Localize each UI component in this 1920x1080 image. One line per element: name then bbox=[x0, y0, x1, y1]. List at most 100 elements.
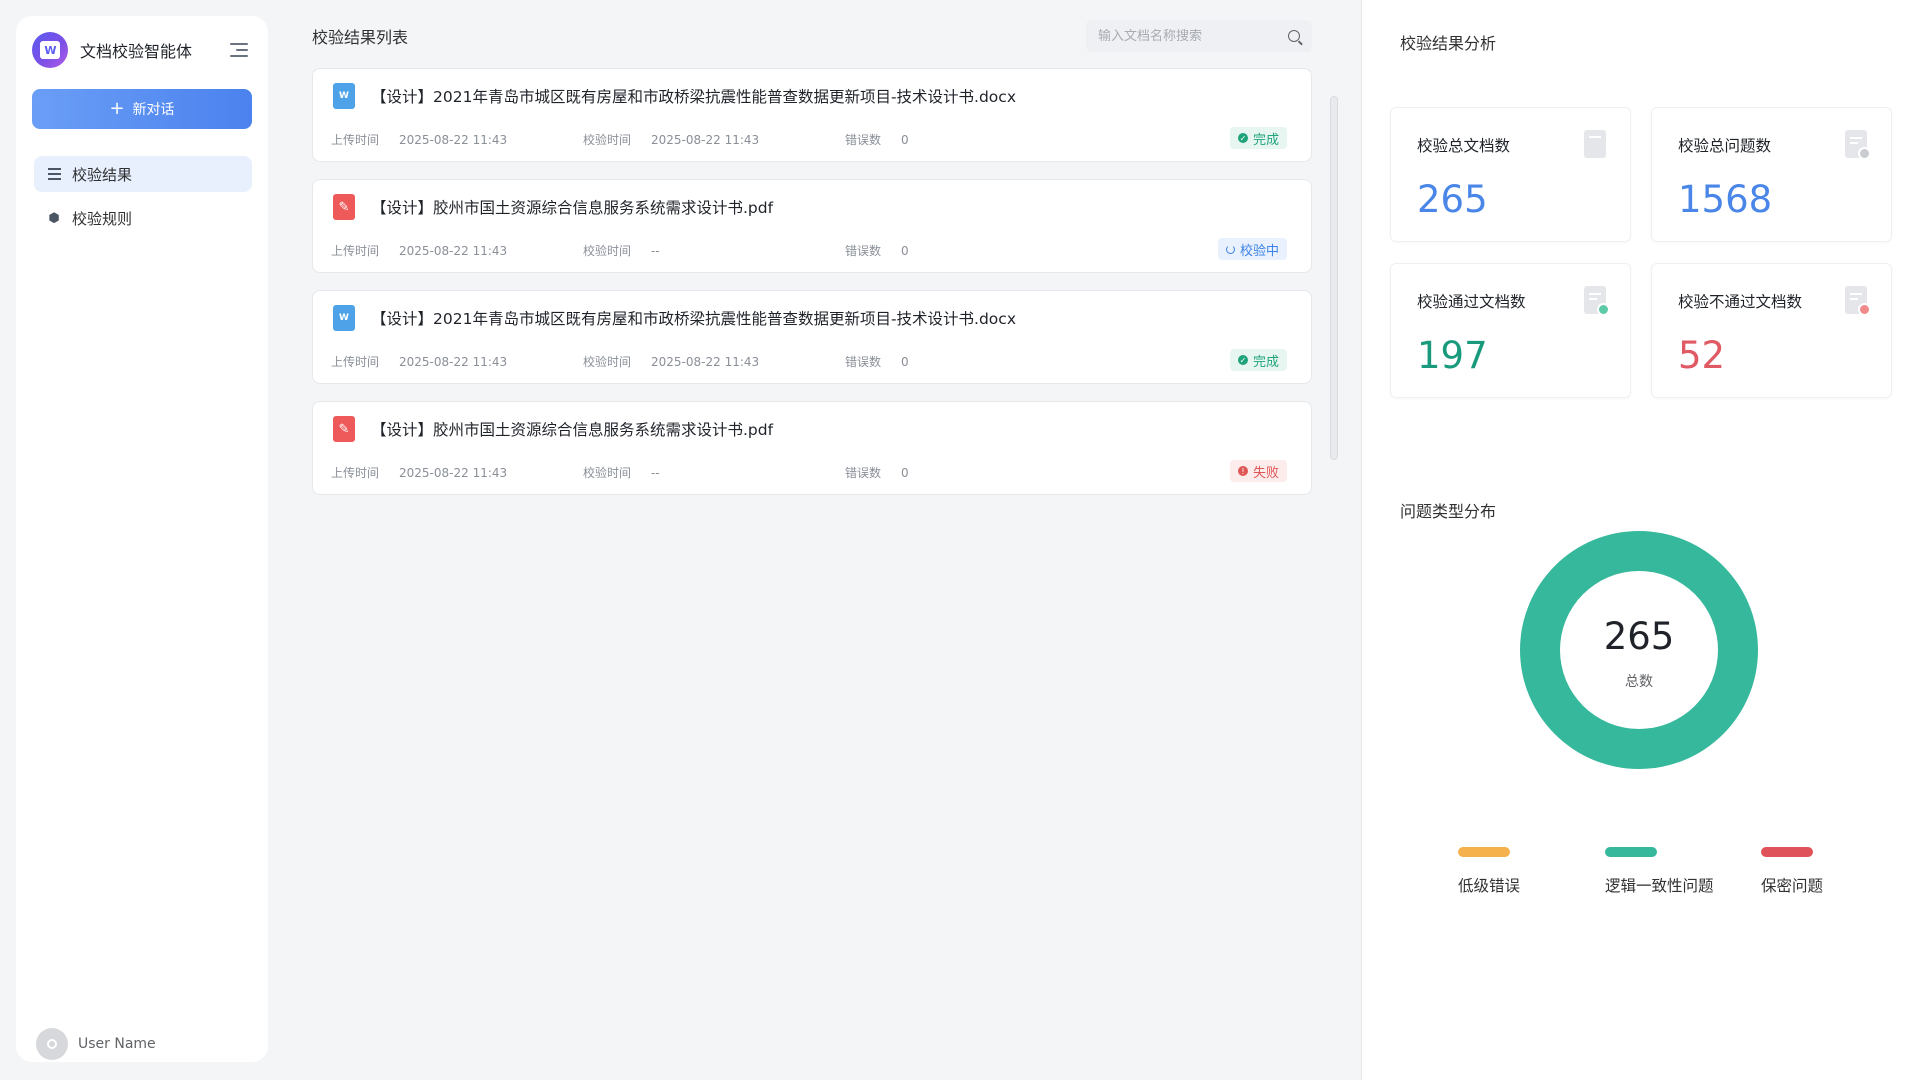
stat-card-total-issues: 校验总问题数 1568 bbox=[1651, 107, 1892, 242]
legend-label: 逻辑一致性问题 bbox=[1605, 877, 1714, 895]
legend-label: 低级错误 bbox=[1458, 877, 1521, 895]
document-question-icon bbox=[1845, 130, 1871, 160]
error-count-label: 错误数 bbox=[845, 355, 882, 369]
stat-label: 校验总文档数 bbox=[1417, 137, 1511, 155]
sidebar-item-rules[interactable]: ⬢ 校验规则 bbox=[34, 200, 252, 236]
document-check-icon bbox=[1584, 286, 1610, 316]
status-text: 完成 bbox=[1252, 132, 1279, 148]
upload-time: 上传时间 2025-08-22 11:43 bbox=[331, 353, 507, 370]
results-list: W 【设计】2021年青岛市城区既有房屋和市政桥梁抗震性能普查数据更新项目-技术… bbox=[312, 68, 1312, 512]
search-box bbox=[1086, 20, 1312, 52]
sidebar-item-label: 校验规则 bbox=[72, 209, 133, 228]
error-count-value: 0 bbox=[901, 466, 909, 480]
error-count-label: 错误数 bbox=[845, 244, 882, 258]
stat-label: 校验通过文档数 bbox=[1417, 293, 1526, 311]
new-chat-button[interactable]: + 新对话 bbox=[32, 89, 252, 129]
check-time-value: -- bbox=[651, 244, 660, 258]
donut-center: 265 总数 bbox=[1560, 571, 1718, 729]
new-chat-label: 新对话 bbox=[132, 102, 175, 118]
app-title: 文档校验智能体 bbox=[80, 42, 193, 61]
check-time-value: 2025-08-22 11:43 bbox=[651, 355, 760, 369]
status-text: 完成 bbox=[1252, 354, 1279, 370]
sidebar-nav: 校验结果 ⬢ 校验规则 bbox=[34, 156, 252, 244]
stat-label: 校验不通过文档数 bbox=[1678, 293, 1803, 311]
legend-item-logic[interactable]: 逻辑一致性问题 bbox=[1605, 847, 1714, 896]
loading-spinner-icon bbox=[1225, 244, 1235, 254]
distribution-title: 问题类型分布 bbox=[1400, 502, 1497, 521]
upload-time-label: 上传时间 bbox=[331, 466, 380, 480]
upload-time-label: 上传时间 bbox=[331, 355, 380, 369]
upload-time-value: 2025-08-22 11:43 bbox=[399, 466, 508, 480]
list-scrollbar[interactable] bbox=[1330, 96, 1338, 460]
search-icon[interactable] bbox=[1288, 30, 1300, 42]
sidebar-item-label: 校验结果 bbox=[72, 165, 133, 184]
analysis-title: 校验结果分析 bbox=[1400, 34, 1497, 53]
stat-card-total-docs: 校验总文档数 265 bbox=[1390, 107, 1631, 242]
error-count-value: 0 bbox=[901, 355, 909, 369]
check-time-label: 校验时间 bbox=[583, 355, 632, 369]
check-circle-icon: ✓ bbox=[1237, 355, 1248, 365]
legend-item-minor-errors[interactable]: 低级错误 bbox=[1458, 847, 1520, 896]
legend-item-confidential[interactable]: 保密问题 bbox=[1761, 847, 1823, 896]
stat-label: 校验总问题数 bbox=[1678, 137, 1772, 155]
donut-total-label: 总数 bbox=[1625, 674, 1653, 690]
check-circle-icon: ✓ bbox=[1237, 133, 1248, 143]
upload-time-value: 2025-08-22 11:43 bbox=[399, 355, 508, 369]
list-icon bbox=[46, 166, 62, 182]
file-name: 【设计】胶州市国土资源综合信息服务系统需求设计书.pdf bbox=[371, 421, 774, 439]
stat-card-failed-docs: 校验不通过文档数 52 bbox=[1651, 263, 1892, 398]
page-title: 校验结果列表 bbox=[312, 28, 409, 47]
upload-time-value: 2025-08-22 11:43 bbox=[399, 133, 508, 147]
upload-time-value: 2025-08-22 11:43 bbox=[399, 244, 508, 258]
app-logo-icon: W bbox=[32, 32, 68, 68]
legend-swatch bbox=[1458, 847, 1510, 857]
stat-value: 1568 bbox=[1678, 178, 1773, 221]
list-item[interactable]: W 【设计】2021年青岛市城区既有房屋和市政桥梁抗震性能普查数据更新项目-技术… bbox=[312, 290, 1312, 384]
check-time-label: 校验时间 bbox=[583, 133, 632, 147]
upload-time-label: 上传时间 bbox=[331, 133, 380, 147]
legend-swatch bbox=[1605, 847, 1657, 857]
upload-time: 上传时间 2025-08-22 11:43 bbox=[331, 242, 507, 259]
check-time-value: 2025-08-22 11:43 bbox=[651, 133, 760, 147]
sidebar: W 文档校验智能体 + 新对话 校验结果 ⬢ 校验规则 User Name bbox=[16, 16, 268, 1062]
pdf-file-icon: ✎ bbox=[333, 416, 355, 442]
document-error-icon bbox=[1845, 286, 1871, 316]
list-item[interactable]: ✎ 【设计】胶州市国土资源综合信息服务系统需求设计书.pdf 上传时间 2025-… bbox=[312, 401, 1312, 495]
legend-swatch bbox=[1761, 847, 1813, 857]
stat-value: 52 bbox=[1678, 334, 1726, 377]
error-count: 错误数 0 bbox=[845, 131, 909, 148]
upload-time: 上传时间 2025-08-22 11:43 bbox=[331, 131, 507, 148]
donut-total: 265 bbox=[1603, 615, 1675, 658]
stat-value: 265 bbox=[1417, 178, 1488, 221]
status-badge: ! 失败 bbox=[1229, 460, 1287, 482]
upload-time: 上传时间 2025-08-22 11:43 bbox=[331, 464, 507, 481]
status-badge: ✓ 完成 bbox=[1229, 127, 1287, 149]
error-count-label: 错误数 bbox=[845, 466, 882, 480]
error-count-value: 0 bbox=[901, 133, 909, 147]
brand: W 文档校验智能体 bbox=[32, 32, 252, 68]
error-count: 错误数 0 bbox=[845, 464, 909, 481]
legend-label: 保密问题 bbox=[1761, 877, 1824, 895]
list-item[interactable]: ✎ 【设计】胶州市国土资源综合信息服务系统需求设计书.pdf 上传时间 2025-… bbox=[312, 179, 1312, 273]
results-list-area: 校验结果列表 W 【设计】2021年青岛市城区既有房屋和市政桥梁抗震性能普查数据… bbox=[310, 0, 1324, 1080]
error-count: 错误数 0 bbox=[845, 353, 909, 370]
list-item[interactable]: W 【设计】2021年青岛市城区既有房屋和市政桥梁抗震性能普查数据更新项目-技术… bbox=[312, 68, 1312, 162]
word-file-icon: W bbox=[333, 305, 355, 331]
analysis-panel: 校验结果分析 校验总文档数 265 校验总问题数 1568 校验通过文档数 19… bbox=[1361, 0, 1920, 1080]
error-count-label: 错误数 bbox=[845, 133, 882, 147]
status-text: 失败 bbox=[1252, 465, 1279, 481]
collapse-sidebar-icon[interactable] bbox=[230, 39, 252, 61]
error-count: 错误数 0 bbox=[845, 242, 909, 259]
file-name: 【设计】胶州市国土资源综合信息服务系统需求设计书.pdf bbox=[371, 199, 774, 217]
plus-icon: + bbox=[109, 98, 125, 119]
check-time: 校验时间 -- bbox=[583, 242, 660, 259]
sidebar-item-results[interactable]: 校验结果 bbox=[34, 156, 252, 192]
pdf-file-icon: ✎ bbox=[333, 194, 355, 220]
word-file-icon: W bbox=[333, 83, 355, 109]
check-time: 校验时间 2025-08-22 11:43 bbox=[583, 353, 759, 370]
check-time: 校验时间 -- bbox=[583, 464, 660, 481]
stat-value: 197 bbox=[1417, 334, 1488, 377]
document-icon bbox=[1584, 130, 1610, 160]
search-input[interactable] bbox=[1098, 28, 1288, 44]
user-profile[interactable]: User Name bbox=[36, 1028, 156, 1060]
